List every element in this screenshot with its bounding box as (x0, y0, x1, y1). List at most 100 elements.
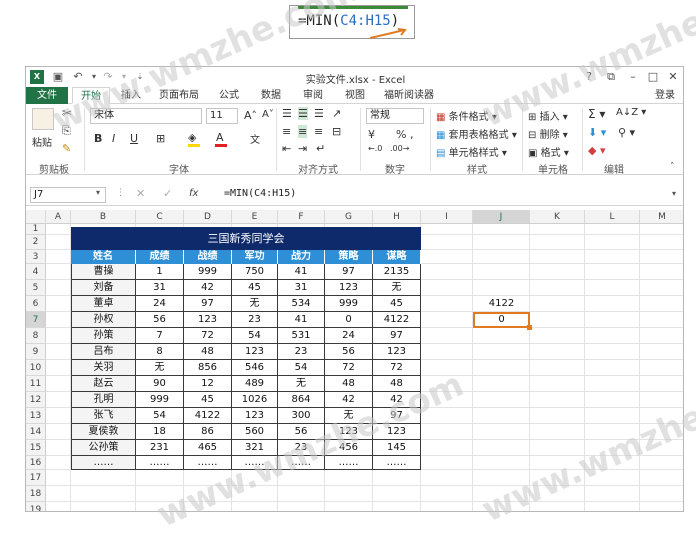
grow-font-icon[interactable]: A˄ (244, 109, 257, 122)
table-name-cell[interactable]: 夏侯敦 (71, 424, 136, 440)
table-cell[interactable]: 45 (184, 392, 232, 408)
table-cell[interactable]: 72 (184, 328, 232, 344)
row-header-6[interactable]: 6 (26, 296, 46, 312)
table-cell[interactable]: 90 (136, 376, 184, 392)
font-size-select[interactable]: 11 (206, 108, 238, 124)
table-cell[interactable]: …… (136, 456, 184, 470)
table-name-cell[interactable]: 孔明 (71, 392, 136, 408)
align-center-icon[interactable]: ≡ (298, 125, 308, 138)
name-box-dropdown-icon[interactable]: ▾ (96, 188, 100, 197)
autosum-icon[interactable]: Σ ▾ (588, 107, 605, 121)
table-cell[interactable]: 41 (278, 264, 325, 280)
phonetic-icon[interactable]: 文 (250, 131, 260, 146)
row-header-10[interactable]: 10 (26, 360, 46, 376)
enter-icon[interactable]: ✓ (163, 187, 172, 200)
collapse-ribbon-icon[interactable]: ˄ (670, 162, 675, 172)
table-cell[interactable]: 97 (325, 264, 373, 280)
column-header-H[interactable]: H (373, 210, 421, 224)
table-cell[interactable]: 489 (232, 376, 278, 392)
table-name-cell[interactable]: 吕布 (71, 344, 136, 360)
table-cell[interactable]: 无 (278, 376, 325, 392)
column-header-L[interactable]: L (585, 210, 640, 224)
paste-button-label[interactable]: 粘贴 (32, 134, 52, 149)
table-cell[interactable]: 8 (136, 344, 184, 360)
table-cell[interactable]: 856 (184, 360, 232, 376)
cell-J7-selected[interactable]: 0 (473, 312, 530, 328)
name-box[interactable]: J7 (30, 187, 106, 203)
column-header-I[interactable]: I (421, 210, 473, 224)
comma-button[interactable]: , (410, 128, 414, 141)
table-cell[interactable]: 12 (184, 376, 232, 392)
table-cell[interactable]: 54 (278, 360, 325, 376)
percent-button[interactable]: % (396, 128, 406, 141)
fill-icon[interactable]: ⬇ ▾ (588, 126, 606, 139)
table-cell[interactable]: 465 (184, 440, 232, 456)
table-cell[interactable]: 7 (136, 328, 184, 344)
table-cell[interactable]: 999 (325, 296, 373, 312)
fill-handle[interactable] (527, 325, 532, 330)
clear-icon[interactable]: ◆ ▾ (588, 144, 605, 157)
table-cell[interactable]: 56 (136, 312, 184, 328)
table-cell[interactable]: 23 (232, 312, 278, 328)
row-header-5[interactable]: 5 (26, 280, 46, 296)
table-cell[interactable]: 534 (278, 296, 325, 312)
tab-foxit-reader[interactable]: 福昕阅读器 (378, 87, 440, 104)
format-cells-button[interactable]: ▣ 格式 ▾ (528, 144, 569, 159)
column-header-B[interactable]: B (71, 210, 136, 224)
row-header-2[interactable]: 2 (26, 235, 46, 250)
table-name-cell[interactable]: 赵云 (71, 376, 136, 392)
table-name-cell[interactable]: 关羽 (71, 360, 136, 376)
font-color-icon[interactable]: A (216, 131, 224, 144)
cancel-icon[interactable]: ✕ (136, 187, 145, 200)
currency-button[interactable]: ¥ (368, 128, 375, 141)
row-header-8[interactable]: 8 (26, 328, 46, 344)
table-cell[interactable]: 123 (232, 408, 278, 424)
row-header-18[interactable]: 18 (26, 486, 46, 502)
table-cell[interactable]: 0 (325, 312, 373, 328)
find-select-icon[interactable]: ⚲ ▾ (618, 126, 635, 139)
column-header-G[interactable]: G (325, 210, 373, 224)
row-header-15[interactable]: 15 (26, 440, 46, 456)
table-name-cell[interactable]: …… (71, 456, 136, 470)
table-cell[interactable]: 无 (232, 296, 278, 312)
cell-J6[interactable]: 4122 (473, 296, 530, 312)
table-cell[interactable]: 864 (278, 392, 325, 408)
row-header-4[interactable]: 4 (26, 264, 46, 280)
formula-input[interactable]: =MIN(C4:H15) (221, 187, 680, 203)
sign-in-link[interactable]: 登录 (655, 87, 675, 104)
table-name-cell[interactable]: 公孙策 (71, 440, 136, 456)
row-header-13[interactable]: 13 (26, 408, 46, 424)
table-cell[interactable]: 123 (373, 344, 421, 360)
cell-styles-button[interactable]: ▤ 单元格样式 ▾ (436, 144, 507, 159)
row-header-19[interactable]: 19 (26, 502, 46, 511)
table-name-cell[interactable]: 刘备 (71, 280, 136, 296)
column-header-D[interactable]: D (184, 210, 232, 224)
maximize-button[interactable]: □ (643, 68, 663, 86)
table-cell[interactable]: 无 (373, 280, 421, 296)
table-cell[interactable]: 72 (373, 360, 421, 376)
table-name-cell[interactable]: 董卓 (71, 296, 136, 312)
table-cell[interactable]: 123 (184, 312, 232, 328)
wrap-text-icon[interactable]: ↵ (316, 142, 325, 155)
table-name-cell[interactable]: 曹操 (71, 264, 136, 280)
column-header-J[interactable]: J (473, 210, 530, 224)
orientation-icon[interactable]: ↗ (332, 107, 341, 120)
table-cell[interactable]: 97 (184, 296, 232, 312)
table-cell[interactable]: 24 (325, 328, 373, 344)
table-name-cell[interactable]: 孙策 (71, 328, 136, 344)
row-header-9[interactable]: 9 (26, 344, 46, 360)
table-cell[interactable]: 4122 (373, 312, 421, 328)
table-cell[interactable]: 48 (325, 376, 373, 392)
table-cell[interactable]: 56 (325, 344, 373, 360)
table-cell[interactable]: 31 (136, 280, 184, 296)
table-cell[interactable]: 54 (232, 328, 278, 344)
decrease-indent-icon[interactable]: ⇤ (282, 142, 291, 155)
row-header-1[interactable]: 1 (26, 224, 46, 235)
table-cell[interactable]: 48 (184, 344, 232, 360)
align-top-icon[interactable]: ☰ (282, 107, 292, 120)
table-cell[interactable]: 41 (278, 312, 325, 328)
table-cell[interactable]: 24 (136, 296, 184, 312)
table-cell[interactable]: 97 (373, 328, 421, 344)
row-header-3[interactable]: 3 (26, 250, 46, 264)
bold-button[interactable]: B (94, 132, 102, 145)
